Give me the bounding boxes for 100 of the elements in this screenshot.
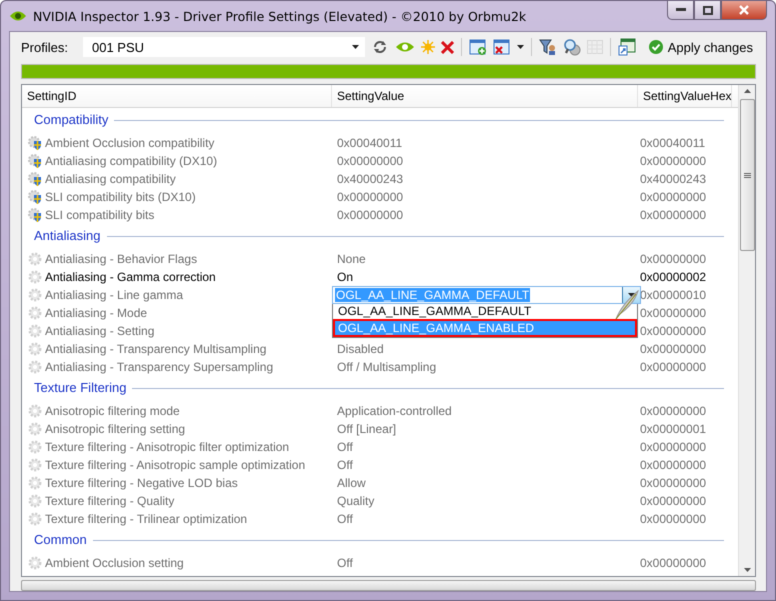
close-icon	[738, 5, 750, 15]
setting-name[interactable]: Antialiasing - Gamma correction	[45, 270, 216, 284]
gear-icon	[28, 342, 42, 356]
gear-icon	[28, 440, 42, 454]
setting-name[interactable]: Ambient Occlusion setting	[45, 556, 184, 570]
setting-name[interactable]: Texture filtering - Negative LOD bias	[45, 476, 238, 490]
gear-icon	[28, 422, 42, 436]
magnifier-gear-icon[interactable]	[563, 38, 581, 56]
setting-name[interactable]: Antialiasing - Mode	[45, 306, 148, 320]
setting-value: 0x00000000	[337, 190, 404, 204]
setting-value: Quality	[337, 494, 374, 508]
group-heading: Common	[34, 531, 87, 548]
apply-changes-button[interactable]: Apply changes	[646, 40, 756, 54]
setting-name[interactable]: Texture filtering - Anisotropic sample optimization	[45, 458, 306, 472]
gear-icon	[28, 324, 42, 338]
maximize-icon	[702, 6, 712, 14]
setting-value: Disabled	[337, 342, 384, 356]
hex-value: 0x00000000	[640, 342, 706, 356]
gear-shield-icon	[28, 154, 42, 168]
setting-value: Off / Multisampling	[337, 360, 436, 374]
gear-icon	[28, 360, 42, 374]
caret-icon[interactable]	[517, 45, 524, 49]
add-application-icon[interactable]	[469, 38, 487, 56]
hex-value: 0x00040011	[640, 136, 706, 150]
hex-value: 0x00000000	[640, 306, 706, 320]
gear-shield-icon	[28, 136, 42, 150]
vertical-scrollbar[interactable]	[738, 85, 755, 576]
column-header[interactable]: SettingValue	[332, 85, 638, 107]
remove-application-icon[interactable]	[493, 38, 511, 56]
hex-value: 0x00000000	[640, 440, 706, 454]
delete-icon[interactable]	[441, 40, 454, 54]
hex-value: 0x00000000	[640, 360, 706, 374]
setting-name[interactable]: Antialiasing - Line gamma	[45, 288, 184, 302]
hex-value: 0x00000000	[640, 458, 706, 472]
gear-shield-icon	[28, 172, 42, 186]
hex-value: 0x00000000	[640, 476, 706, 490]
gear-icon	[28, 556, 42, 570]
setting-value: Off	[337, 458, 353, 472]
hex-value: 0x00000000	[640, 154, 706, 168]
hex-value: 0x00000000	[640, 208, 706, 222]
horizontal-scrollbar[interactable]	[21, 580, 756, 591]
setting-value: Off	[337, 556, 353, 570]
setting-name[interactable]: Ambient Occlusion compatibility	[45, 136, 214, 150]
column-header[interactable]: SettingValueHex	[638, 85, 732, 107]
group-heading: Texture Filtering	[34, 379, 126, 396]
setting-name[interactable]: Antialiasing - Setting	[45, 324, 154, 338]
setting-name[interactable]: Antialiasing - Transparency Supersampling	[45, 360, 274, 374]
gear-icon	[28, 494, 42, 508]
window-title: NVIDIA Inspector 1.93 - Driver Profile Settings (Elevated) - ©2010 by Orbmu2k	[33, 8, 526, 24]
setting-name[interactable]: Anisotropic filtering setting	[45, 422, 186, 436]
gear-icon	[28, 458, 42, 472]
minimize-button[interactable]	[667, 1, 694, 20]
dropdown-option[interactable]: OGL_AA_LINE_GAMMA_DEFAULT	[333, 304, 637, 319]
profile-dropdown[interactable]: 001 PSU	[83, 37, 365, 57]
value-dropdown[interactable]: OGL_AA_LINE_GAMMA_DEFAULT	[332, 286, 641, 304]
eye-logo-icon	[9, 9, 27, 23]
close-button[interactable]	[721, 1, 767, 20]
setting-value: Off	[337, 512, 353, 526]
scroll-up-icon[interactable]	[744, 89, 750, 93]
refresh-icon[interactable]	[371, 38, 389, 56]
checkmark-icon	[648, 40, 663, 54]
gear-shield-icon	[28, 208, 42, 222]
gear-icon	[28, 404, 42, 418]
hex-value: 0x00000000	[640, 494, 706, 508]
filter-icon[interactable]	[539, 38, 557, 56]
hex-value: 0x00000000	[640, 252, 706, 266]
setting-value: Off	[337, 440, 353, 454]
group-heading: Antialiasing	[34, 227, 100, 244]
setting-name[interactable]: Antialiasing compatibility (DX10)	[45, 154, 218, 168]
hex-value: 0x00000001	[640, 422, 706, 436]
window-export-icon[interactable]	[618, 38, 636, 56]
gear-icon	[28, 252, 42, 266]
dropdown-option[interactable]: OGL_AA_LINE_GAMMA_ENABLED	[333, 319, 637, 337]
setting-value: 0x00000000	[337, 154, 404, 168]
grip-icon	[744, 172, 750, 178]
setting-value: On	[337, 270, 354, 284]
setting-name[interactable]: Texture filtering - Trilinear optimization	[45, 512, 248, 526]
scroll-down-icon[interactable]	[744, 568, 750, 572]
setting-name[interactable]: Antialiasing compatibility	[45, 172, 176, 186]
hex-value: 0x00000000	[640, 404, 706, 418]
hex-value: 0x00000000	[640, 190, 706, 204]
setting-value: 0x00000000	[337, 208, 404, 222]
setting-name[interactable]: SLI compatibility bits	[45, 208, 154, 222]
maximize-button[interactable]	[694, 1, 721, 20]
setting-name[interactable]: Texture filtering - Quality	[45, 494, 174, 508]
hex-value: 0x00000000	[640, 512, 706, 526]
setting-name[interactable]: SLI compatibility bits (DX10)	[45, 190, 196, 204]
setting-value: Off [Linear]	[337, 422, 396, 436]
setting-name[interactable]: Antialiasing - Behavior Flags	[45, 252, 198, 266]
hex-value: 0x40000243	[640, 172, 706, 186]
scrollbar-thumb[interactable]	[740, 99, 754, 251]
gear-icon	[28, 306, 42, 320]
hex-value: 0x00000010	[640, 288, 706, 302]
setting-name[interactable]: Antialiasing - Transparency Multisampling	[45, 342, 266, 356]
column-header[interactable]: SettingID	[22, 85, 332, 107]
setting-name[interactable]: Anisotropic filtering mode	[45, 404, 180, 418]
setting-name[interactable]: Texture filtering - Anisotropic filter optimization	[45, 440, 290, 454]
gear-icon	[28, 270, 42, 284]
setting-value: 0x40000243	[337, 172, 404, 186]
hex-value: 0x00000000	[640, 324, 706, 338]
